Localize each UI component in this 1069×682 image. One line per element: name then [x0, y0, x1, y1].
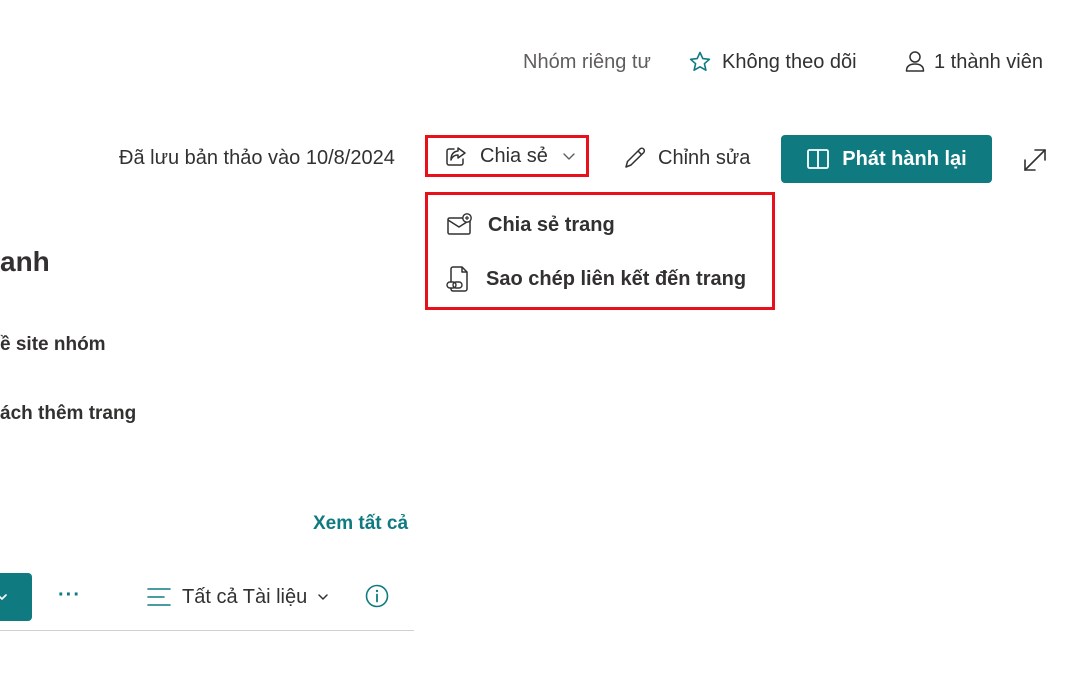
follow-button[interactable]: Không theo dõi: [688, 48, 857, 76]
privacy-label: Nhóm riêng tư: [523, 50, 651, 73]
person-icon: [905, 51, 925, 72]
star-icon: [689, 51, 711, 71]
chevron-down-icon: [318, 594, 328, 600]
chevron-down-icon: [563, 153, 575, 160]
chevron-down-icon: [0, 594, 7, 600]
republish-button[interactable]: Phát hành lại: [781, 135, 992, 183]
mail-share-icon: [447, 213, 472, 235]
pencil-icon: [625, 147, 646, 168]
expand-icon: [1024, 149, 1046, 171]
info-button[interactable]: [365, 584, 389, 608]
section-title: anh: [0, 246, 50, 277]
share-page-item[interactable]: Chia sẻ trang: [446, 207, 615, 243]
copy-link-item[interactable]: Sao chép liên kết đến trang: [446, 261, 746, 297]
divider: [0, 630, 414, 631]
book-open-icon: [807, 149, 830, 169]
list-icon: [147, 588, 171, 606]
new-button[interactable]: [0, 573, 32, 621]
share-icon: [446, 147, 466, 166]
see-all-link[interactable]: Xem tất cả: [313, 513, 408, 535]
edit-button[interactable]: Chỉnh sửa: [622, 140, 750, 176]
info-icon: [365, 584, 389, 608]
view-selector[interactable]: Tất cả Tài liệu: [146, 582, 329, 612]
more-options-button[interactable]: ···: [58, 584, 81, 608]
tip-link-site[interactable]: ề site nhóm: [0, 334, 106, 356]
share-menu: Chia sẻ trang Sao chép liên kết đến tran…: [425, 192, 775, 310]
document-link-icon: [446, 266, 468, 292]
members-button[interactable]: 1 thành viên: [904, 48, 1043, 76]
share-button[interactable]: Chia sẻ: [425, 135, 589, 177]
expand-button[interactable]: [1020, 145, 1050, 175]
draft-status: Đã lưu bản thảo vào 10/8/2024: [119, 146, 395, 169]
tip-link-page[interactable]: ách thêm trang: [0, 403, 136, 425]
